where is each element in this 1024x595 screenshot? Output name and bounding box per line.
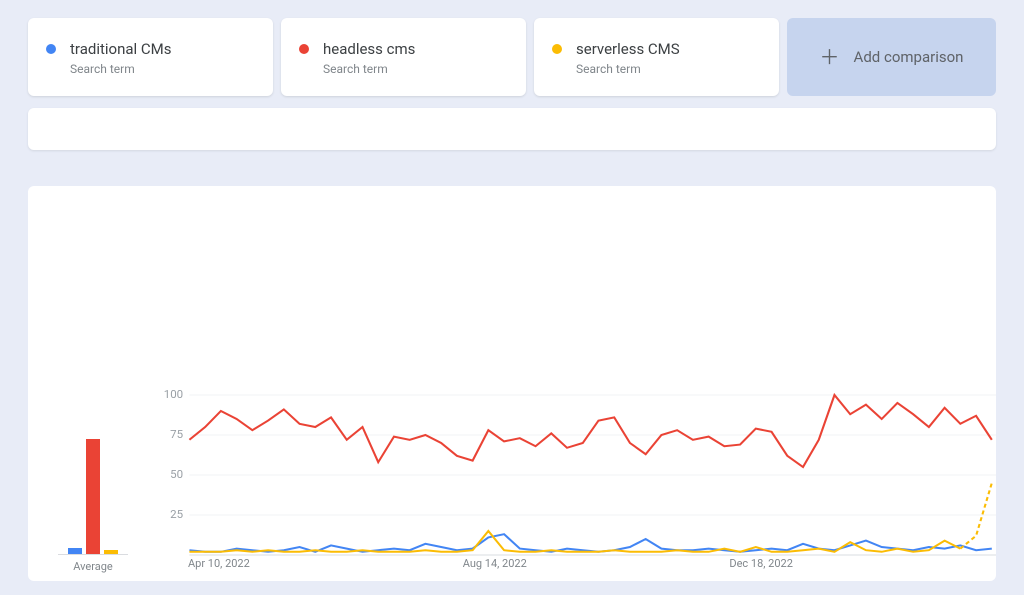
svg-text:75: 75 [170,428,183,441]
term-card-1[interactable]: traditional CMs Search term [28,18,273,96]
comparison-cards-row: traditional CMs Search term headless cms… [0,0,1024,104]
term-subtitle: Search term [576,62,680,76]
line-chart[interactable]: 25 50 75 100 Apr 10, 2022 Aug 14, 2022 Dec 18… [158,387,996,573]
term-subtitle: Search term [323,62,415,76]
series-line-forecast [960,483,991,549]
plus-icon: ＋ [820,47,840,67]
x-axis-labels: Apr 10, 2022 Aug 14, 2022 Dec 18, 2022 [188,557,996,573]
average-label: Average [28,560,158,573]
series-line [189,395,991,467]
term-card-3[interactable]: serverless CMS Search term [534,18,779,96]
average-bar [86,439,100,555]
svg-text:50: 50 [170,468,183,481]
term-color-dot [552,44,562,54]
average-bar [68,548,82,554]
term-color-dot [299,44,309,54]
term-card-2[interactable]: headless cms Search term [281,18,526,96]
term-color-dot [46,44,56,54]
add-comparison-label: Add comparison [854,48,964,66]
x-tick-label: Aug 14, 2022 [463,557,527,570]
term-subtitle: Search term [70,62,171,76]
x-tick-label: Dec 18, 2022 [729,557,793,570]
term-texts: traditional CMs Search term [70,40,171,76]
series-line [189,534,991,552]
x-tick-label: Apr 10, 2022 [188,557,250,570]
average-bar [104,550,118,555]
add-comparison-button[interactable]: ＋ Add comparison [787,18,996,96]
term-texts: serverless CMS Search term [576,40,680,76]
line-chart-svg: 255075100 [158,395,996,555]
average-column: Average [28,387,158,573]
interest-over-time-panel: Average 25 50 75 100 Apr 10, 2022 Aug 14, 20… [28,186,996,581]
chart-strip: Average 25 50 75 100 Apr 10, 2022 Aug 14, 20… [28,387,996,573]
term-label: headless cms [323,40,415,58]
average-bars [58,405,128,555]
svg-text:100: 100 [164,388,183,401]
filters-bar[interactable] [28,108,996,150]
term-label: serverless CMS [576,40,680,58]
term-texts: headless cms Search term [323,40,415,76]
term-label: traditional CMs [70,40,171,58]
svg-text:25: 25 [170,508,183,521]
